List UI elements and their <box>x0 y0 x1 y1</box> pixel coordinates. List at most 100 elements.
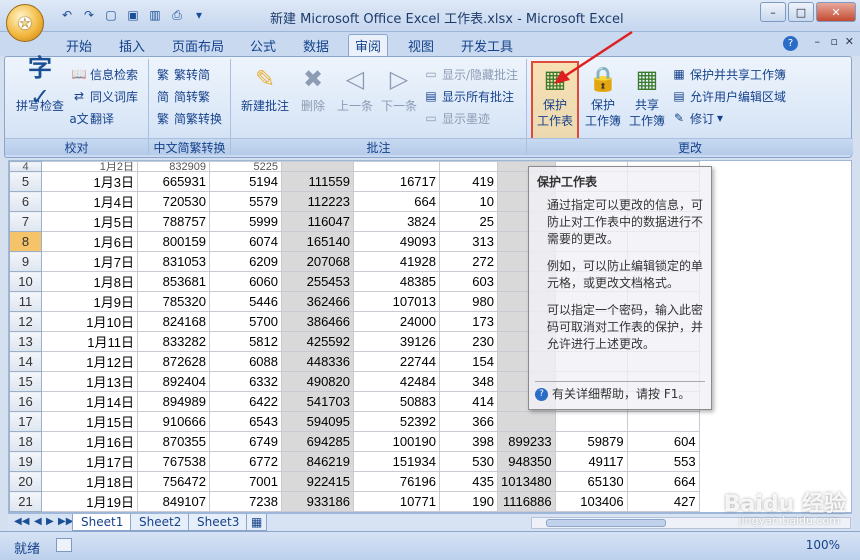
undo-icon[interactable]: ↶ <box>58 6 76 24</box>
table-cell[interactable]: 41928 <box>353 251 440 272</box>
sheet-tab-3[interactable]: Sheet3 <box>188 514 249 531</box>
show-hide-comment-button[interactable]: ▭ 显示/隐藏批注 <box>423 65 518 83</box>
previous-comment-button[interactable]: ◁ 上一条 <box>333 63 377 114</box>
table-cell[interactable]: 1月14日 <box>41 391 138 412</box>
table-cell[interactable]: 50883 <box>353 391 440 412</box>
table-cell[interactable]: 59879 <box>554 431 628 452</box>
table-cell[interactable]: 1月5日 <box>41 211 138 232</box>
table-cell[interactable] <box>497 411 556 432</box>
table-cell[interactable]: 604 <box>626 431 700 452</box>
traditional-to-simplified-button[interactable]: 繁繁转简 <box>155 65 210 83</box>
protect-share-workbook-button[interactable]: ▦ 保护并共享工作簿 <box>671 65 786 83</box>
next-sheet-icon[interactable]: ▶ <box>46 516 54 527</box>
maximize-button[interactable]: □ <box>788 2 814 22</box>
table-cell[interactable]: 49117 <box>554 451 628 472</box>
table-cell[interactable]: 541703 <box>281 391 354 412</box>
table-cell[interactable]: 25 <box>439 211 498 232</box>
table-cell[interactable]: 48385 <box>353 271 440 292</box>
table-cell[interactable]: 756472 <box>137 471 210 492</box>
table-cell[interactable]: 112223 <box>281 191 354 212</box>
table-cell[interactable]: 1月8日 <box>41 271 138 292</box>
table-cell[interactable]: 22744 <box>353 351 440 372</box>
show-all-comments-button[interactable]: ▤ 显示所有批注 <box>423 87 514 105</box>
table-cell[interactable]: 6332 <box>209 371 282 392</box>
row-header[interactable]: 15 <box>9 371 42 392</box>
redo-icon[interactable]: ↷ <box>80 6 98 24</box>
table-cell[interactable]: 65130 <box>554 471 628 492</box>
spell-check-button[interactable]: 字✓ 拼写检查 <box>13 54 67 114</box>
customize-qat-icon[interactable]: ▾ <box>190 6 208 24</box>
table-cell[interactable]: 173 <box>439 311 498 332</box>
table-cell[interactable]: 6060 <box>209 271 282 292</box>
table-cell[interactable]: 313 <box>439 231 498 252</box>
table-cell[interactable] <box>626 411 700 432</box>
table-cell[interactable]: 720530 <box>137 191 210 212</box>
row-header[interactable]: 5 <box>9 171 42 192</box>
ribbon-close-icon[interactable]: ✕ <box>845 35 854 48</box>
table-cell[interactable]: 1月13日 <box>41 371 138 392</box>
table-cell[interactable]: 922415 <box>281 471 354 492</box>
table-cell[interactable]: 1月15日 <box>41 411 138 432</box>
table-cell[interactable]: 362466 <box>281 291 354 312</box>
table-cell[interactable]: 1月11日 <box>41 331 138 352</box>
table-cell[interactable]: 427 <box>626 491 700 512</box>
table-cell[interactable]: 980 <box>439 291 498 312</box>
table-cell[interactable]: 6749 <box>209 431 282 452</box>
table-cell[interactable]: 24000 <box>353 311 440 332</box>
first-sheet-icon[interactable]: ◀◀ <box>14 516 29 527</box>
table-cell[interactable]: 5999 <box>209 211 282 232</box>
chart-icon[interactable]: ▥ <box>146 6 164 24</box>
table-cell[interactable]: 948350 <box>497 451 556 472</box>
delete-comment-button[interactable]: ✖ 删除 <box>295 63 331 114</box>
table-cell[interactable]: 1月6日 <box>41 231 138 252</box>
tab-page-layout[interactable]: 页面布局 <box>166 36 230 56</box>
table-cell[interactable]: 255453 <box>281 271 354 292</box>
save-icon[interactable]: ▣ <box>124 6 142 24</box>
table-cell[interactable]: 5812 <box>209 331 282 352</box>
scrollbar-thumb[interactable] <box>546 519 666 527</box>
table-cell[interactable]: 107013 <box>353 291 440 312</box>
table-cell[interactable]: 52392 <box>353 411 440 432</box>
table-cell[interactable]: 7238 <box>209 491 282 512</box>
table-cell[interactable]: 366 <box>439 411 498 432</box>
tab-view[interactable]: 视图 <box>402 36 440 56</box>
table-cell[interactable]: 207068 <box>281 251 354 272</box>
row-header[interactable]: 18 <box>9 431 42 452</box>
table-cell[interactable]: 6543 <box>209 411 282 432</box>
table-cell[interactable]: 42484 <box>353 371 440 392</box>
worksheet-grid[interactable]: 4 1月2日 832909 5225 5 1月3日 665931 5194 111559 1671… <box>8 160 852 513</box>
table-cell[interactable]: 6772 <box>209 451 282 472</box>
table-cell[interactable]: 1013480 <box>497 471 556 492</box>
table-cell[interactable]: 165140 <box>281 231 354 252</box>
table-cell[interactable]: 16717 <box>353 171 440 192</box>
table-cell[interactable]: 910666 <box>137 411 210 432</box>
table-cell[interactable]: 1月4日 <box>41 191 138 212</box>
table-cell[interactable]: 603 <box>439 271 498 292</box>
tab-formulas[interactable]: 公式 <box>244 36 282 56</box>
table-cell[interactable]: 1月18日 <box>41 471 138 492</box>
table-cell[interactable]: 1月9日 <box>41 291 138 312</box>
table-cell[interactable]: 664 <box>626 471 700 492</box>
table-cell[interactable]: 6422 <box>209 391 282 412</box>
row-header[interactable]: 13 <box>9 331 42 352</box>
table-cell[interactable]: 5579 <box>209 191 282 212</box>
print-icon[interactable]: ⎙ <box>168 6 186 24</box>
table-cell[interactable] <box>353 161 440 172</box>
table-cell[interactable]: 6088 <box>209 351 282 372</box>
table-cell[interactable]: 272 <box>439 251 498 272</box>
tab-review[interactable]: 审阅 <box>348 34 389 56</box>
table-cell[interactable] <box>281 161 354 172</box>
table-cell[interactable]: 849107 <box>137 491 210 512</box>
table-cell[interactable]: 530 <box>439 451 498 472</box>
table-cell[interactable]: 1月10日 <box>41 311 138 332</box>
table-cell[interactable]: 846219 <box>281 451 354 472</box>
table-cell[interactable]: 39126 <box>353 331 440 352</box>
next-comment-button[interactable]: ▷ 下一条 <box>377 63 421 114</box>
prev-sheet-icon[interactable]: ◀ <box>34 516 42 527</box>
table-cell[interactable]: 5446 <box>209 291 282 312</box>
table-cell[interactable]: 1月3日 <box>41 171 138 192</box>
table-cell[interactable]: 694285 <box>281 431 354 452</box>
table-cell[interactable]: 872628 <box>137 351 210 372</box>
table-cell[interactable]: 10 <box>439 191 498 212</box>
table-cell[interactable]: 49093 <box>353 231 440 252</box>
